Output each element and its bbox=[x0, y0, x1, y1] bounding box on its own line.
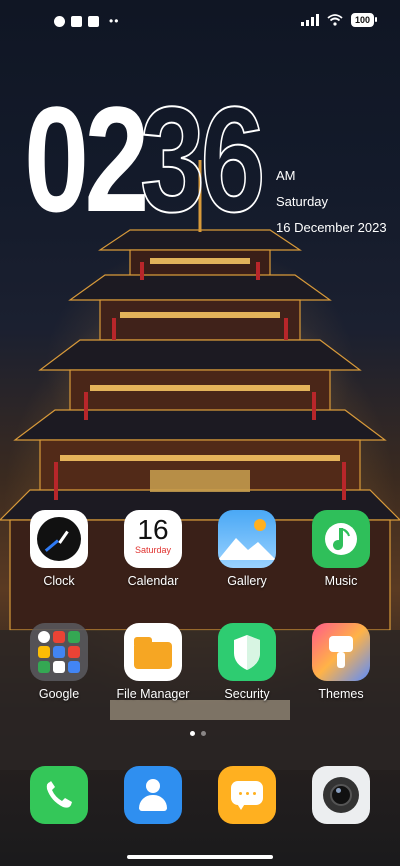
more-notifications-icon: •• bbox=[109, 14, 120, 28]
app-label: Themes bbox=[318, 687, 364, 701]
wifi-icon bbox=[327, 14, 343, 26]
notification-upload-icon bbox=[88, 15, 99, 27]
clock-minutes: 36 bbox=[139, 75, 266, 243]
app-label: Security bbox=[224, 687, 270, 701]
app-calendar[interactable]: 16 Saturday Calendar bbox=[113, 510, 193, 588]
phone-handset-icon bbox=[46, 781, 72, 808]
clock-meta: AM Saturday 16 December 2023 bbox=[276, 163, 387, 241]
clock-hours: 02 bbox=[24, 75, 149, 243]
dock-contacts[interactable] bbox=[113, 766, 193, 824]
clock-icon bbox=[30, 510, 88, 568]
status-bar: •• 100 bbox=[0, 0, 400, 40]
phone-icon bbox=[30, 766, 88, 824]
page-dot-active bbox=[190, 731, 195, 736]
gallery-icon bbox=[218, 510, 276, 568]
dock-messages[interactable] bbox=[207, 766, 287, 824]
app-themes[interactable]: Themes bbox=[301, 623, 381, 701]
camera-icon bbox=[312, 766, 370, 824]
clock-ampm: AM bbox=[276, 168, 296, 183]
calendar-day: 16 bbox=[137, 514, 169, 545]
app-label: Google bbox=[38, 687, 80, 701]
brush-icon bbox=[312, 623, 370, 681]
signal-icon bbox=[300, 14, 319, 26]
google-folder-icon bbox=[30, 623, 88, 681]
shield-shape-icon bbox=[234, 635, 260, 670]
shield-icon bbox=[218, 623, 276, 681]
app-security[interactable]: Security bbox=[207, 623, 287, 701]
music-note-icon bbox=[333, 528, 350, 551]
clock-date: 16 December 2023 bbox=[276, 220, 387, 235]
gallery-mountain-icon bbox=[218, 538, 276, 560]
notification-square-icon bbox=[71, 15, 82, 27]
battery-indicator: 100 bbox=[350, 13, 378, 27]
app-gallery[interactable]: Gallery bbox=[207, 510, 287, 588]
app-google-folder[interactable]: Google bbox=[19, 623, 99, 701]
app-label: Calendar bbox=[127, 574, 179, 588]
app-clock[interactable]: Clock bbox=[19, 510, 99, 588]
app-file-manager[interactable]: File Manager bbox=[113, 623, 193, 701]
folder-icon bbox=[124, 623, 182, 681]
app-music[interactable]: Music bbox=[301, 510, 381, 588]
page-dot bbox=[201, 731, 206, 736]
messages-icon bbox=[218, 766, 276, 824]
calendar-icon: 16 Saturday bbox=[124, 510, 182, 568]
notification-app-icon bbox=[54, 15, 65, 27]
clock-weekday: Saturday bbox=[276, 194, 329, 209]
app-label: Music bbox=[324, 574, 358, 588]
contacts-icon bbox=[124, 766, 182, 824]
dock-phone[interactable] bbox=[19, 766, 99, 824]
app-label: Gallery bbox=[227, 574, 267, 588]
app-label: Clock bbox=[43, 574, 75, 588]
calendar-weekday: Saturday bbox=[134, 545, 172, 555]
dock-camera[interactable] bbox=[301, 766, 381, 824]
app-label: File Manager bbox=[116, 687, 190, 701]
home-gesture-bar[interactable] bbox=[127, 855, 273, 859]
music-icon bbox=[312, 510, 370, 568]
page-indicator bbox=[190, 731, 206, 736]
